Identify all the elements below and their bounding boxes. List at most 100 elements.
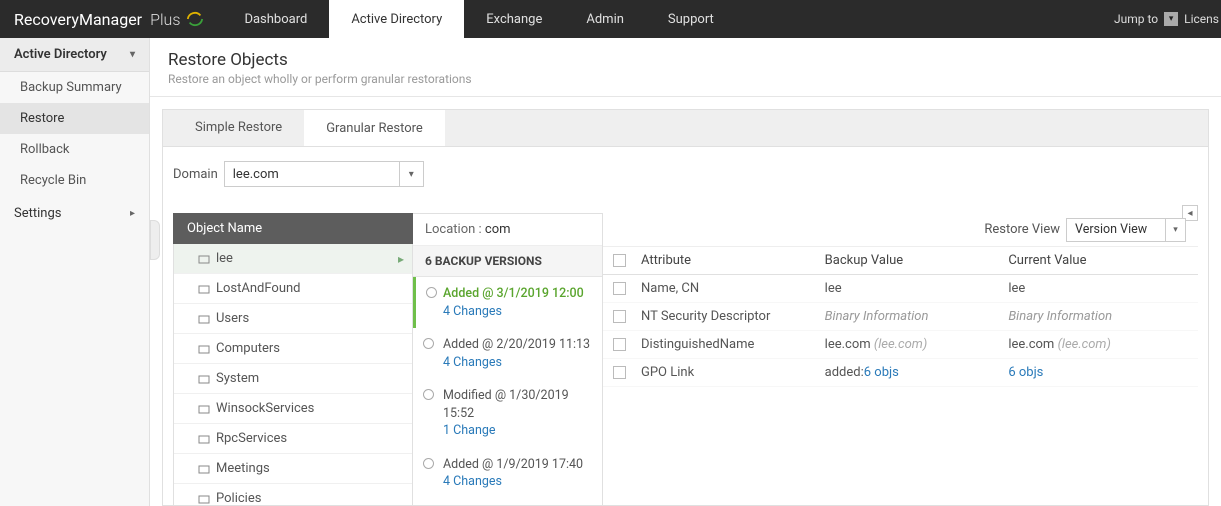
radio-icon[interactable] bbox=[423, 389, 434, 400]
version-item[interactable]: Added @ 3/1/2019 12:00 4 Changes bbox=[413, 277, 602, 328]
nav-active-directory[interactable]: Active Directory bbox=[329, 0, 464, 38]
cell-attribute: NT Security Descriptor bbox=[641, 309, 825, 324]
attribute-toolbar: Restore View Version View ▾ bbox=[603, 213, 1198, 247]
version-title: Added @ 3/1/2019 12:00 bbox=[443, 285, 592, 303]
nav-dashboard[interactable]: Dashboard bbox=[222, 0, 329, 38]
domain-select[interactable]: lee.com ▾ bbox=[224, 161, 424, 187]
attribute-row: GPO Link added:6 objs 6 objs bbox=[603, 359, 1198, 387]
version-changes-link[interactable]: 4 Changes bbox=[443, 303, 592, 321]
tree-item-label: RpcServices bbox=[216, 431, 287, 446]
col-backup-value: Backup Value bbox=[825, 253, 1009, 268]
nav-admin[interactable]: Admin bbox=[564, 0, 646, 38]
row-checkbox[interactable] bbox=[613, 282, 626, 295]
cell-backup-value: Binary Information bbox=[825, 309, 1009, 324]
tree-item-label: Policies bbox=[216, 491, 261, 506]
version-item[interactable]: Modified @ 1/30/2019 15:52 1 Change bbox=[413, 379, 602, 448]
version-changes-link[interactable]: 1 Change bbox=[443, 422, 592, 440]
cell-backup-value: lee bbox=[825, 281, 1009, 296]
version-title: Added @ 2/20/2019 11:13 bbox=[443, 336, 592, 354]
version-item[interactable]: Added @ 2/20/2019 11:13 4 Changes bbox=[413, 328, 602, 379]
tree-item-winsockservices[interactable]: WinsockServices bbox=[174, 394, 412, 424]
cell-current-value: 6 objs bbox=[1008, 365, 1192, 380]
nav-support[interactable]: Support bbox=[646, 0, 736, 38]
version-changes-link[interactable]: 4 Changes bbox=[443, 354, 592, 372]
folder-icon bbox=[198, 283, 210, 295]
location-value: com bbox=[485, 222, 511, 237]
chevron-down-icon[interactable]: ▾ bbox=[1165, 219, 1185, 241]
object-tree-column: Object Name lee LostAndFound Users bbox=[173, 213, 413, 506]
topbar: RecoveryManager Plus Dashboard Active Di… bbox=[0, 0, 1221, 38]
attribute-row: Name, CN lee lee bbox=[603, 275, 1198, 303]
folder-icon bbox=[198, 253, 210, 265]
tree-item-computers[interactable]: Computers bbox=[174, 334, 412, 364]
tree-item-system[interactable]: System bbox=[174, 364, 412, 394]
version-item[interactable]: Added @ 1/9/2019 17:40 4 Changes bbox=[413, 448, 602, 499]
sidebar-item-restore[interactable]: Restore bbox=[0, 103, 149, 134]
versions-list: Added @ 3/1/2019 12:00 4 Changes Added @… bbox=[413, 277, 602, 506]
select-all-checkbox[interactable] bbox=[613, 254, 626, 267]
tree-item-label: lee bbox=[216, 251, 233, 266]
brand: RecoveryManager Plus bbox=[0, 10, 222, 29]
cell-subtext: (lee.com) bbox=[1058, 337, 1111, 352]
brand-plus: Plus bbox=[150, 10, 180, 29]
col-current-value: Current Value bbox=[1008, 253, 1192, 268]
radio-icon[interactable] bbox=[426, 287, 437, 298]
versions-header: 6 BACKUP VERSIONS bbox=[413, 246, 602, 277]
tab-granular-restore[interactable]: Granular Restore bbox=[304, 110, 445, 146]
jump-to-label[interactable]: Jump to bbox=[1114, 12, 1158, 26]
content: Restore Objects Restore an object wholly… bbox=[150, 38, 1221, 506]
restore-view-label: Restore View bbox=[984, 222, 1060, 237]
tree-item-label: WinsockServices bbox=[216, 401, 314, 416]
sidebar: Active Directory ▾ Backup Summary Restor… bbox=[0, 38, 150, 506]
version-changes-link[interactable]: 4 Changes bbox=[443, 473, 592, 491]
domain-label: Domain bbox=[173, 167, 218, 182]
version-title: Modified @ 1/30/2019 15:52 bbox=[443, 387, 592, 422]
row-checkbox[interactable] bbox=[613, 366, 626, 379]
tree-item-lostandfound[interactable]: LostAndFound bbox=[174, 274, 412, 304]
sidebar-item-recycle-bin[interactable]: Recycle Bin bbox=[0, 165, 149, 196]
folder-icon bbox=[198, 313, 210, 325]
nav-exchange[interactable]: Exchange bbox=[464, 0, 564, 38]
domain-value: lee.com bbox=[225, 167, 399, 182]
sidebar-section-ad[interactable]: Active Directory ▾ bbox=[0, 38, 149, 72]
sidebar-item-rollback[interactable]: Rollback bbox=[0, 134, 149, 165]
tab-body: Domain lee.com ▾ ◂ Object Name lee bbox=[162, 146, 1209, 506]
version-title: Added @ 1/9/2019 17:40 bbox=[443, 456, 592, 474]
tree-item-policies[interactable]: Policies bbox=[174, 484, 412, 506]
cell-text: lee.com bbox=[1008, 337, 1054, 352]
row-checkbox[interactable] bbox=[613, 338, 626, 351]
chevron-right-icon: ▸ bbox=[130, 208, 135, 219]
attribute-row: DistinguishedName lee.com (lee.com) lee.… bbox=[603, 331, 1198, 359]
brand-main: RecoveryManager bbox=[14, 10, 142, 29]
folder-icon bbox=[198, 433, 210, 445]
cell-subtext: (lee.com) bbox=[874, 337, 927, 352]
sidebar-settings-label: Settings bbox=[14, 206, 61, 221]
restore-view-select[interactable]: Version View ▾ bbox=[1066, 218, 1186, 242]
attribute-column: Restore View Version View ▾ Attribute Ba… bbox=[603, 213, 1198, 506]
tree-item-lee[interactable]: lee bbox=[174, 244, 412, 274]
radio-icon[interactable] bbox=[423, 458, 434, 469]
cell-current-value: Binary Information bbox=[1008, 309, 1192, 324]
current-objs-link[interactable]: 6 objs bbox=[1008, 365, 1043, 380]
jump-to-dropdown-icon[interactable]: ▾ bbox=[1164, 12, 1178, 26]
page-subtitle: Restore an object wholly or perform gran… bbox=[168, 72, 1203, 86]
radio-icon[interactable] bbox=[423, 338, 434, 349]
license-label[interactable]: Licens bbox=[1184, 12, 1219, 26]
folder-icon bbox=[198, 373, 210, 385]
sidebar-collapse-handle[interactable] bbox=[150, 220, 160, 260]
lower-panel: Object Name lee LostAndFound Users bbox=[173, 213, 1198, 506]
attribute-table-header: Attribute Backup Value Current Value bbox=[603, 247, 1198, 275]
cell-backup-value: added:6 objs bbox=[825, 365, 1009, 380]
tree-item-meetings[interactable]: Meetings bbox=[174, 454, 412, 484]
row-checkbox[interactable] bbox=[613, 310, 626, 323]
cell-attribute: DistinguishedName bbox=[641, 337, 825, 352]
location-bar: Location : com bbox=[413, 214, 602, 246]
sidebar-item-settings[interactable]: Settings ▸ bbox=[0, 196, 149, 231]
chevron-down-icon[interactable]: ▾ bbox=[399, 162, 423, 186]
sidebar-item-backup-summary[interactable]: Backup Summary bbox=[0, 72, 149, 103]
backup-objs-link[interactable]: 6 objs bbox=[864, 365, 899, 380]
tree-item-users[interactable]: Users bbox=[174, 304, 412, 334]
tree-item-rpcservices[interactable]: RpcServices bbox=[174, 424, 412, 454]
page-header: Restore Objects Restore an object wholly… bbox=[150, 38, 1221, 97]
tab-simple-restore[interactable]: Simple Restore bbox=[173, 110, 304, 146]
